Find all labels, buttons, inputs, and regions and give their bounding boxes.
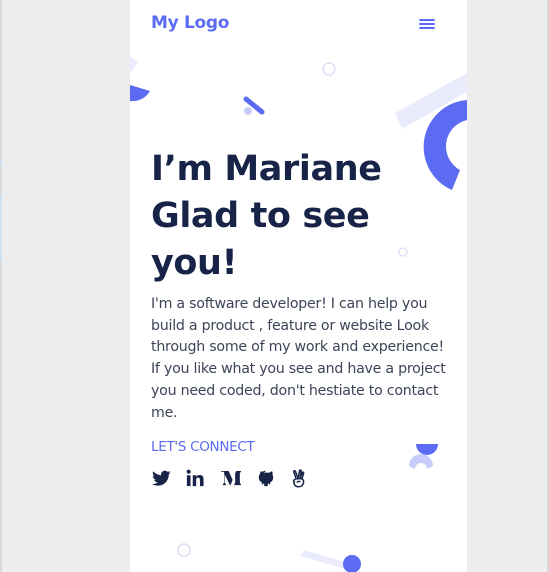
intro-paragraph: I'm a software developer! I can help you… <box>151 296 446 421</box>
mobile-page: My Logo I’m Mariane Glad to see you! I'm… <box>130 0 467 572</box>
top-left-light-triangle <box>130 56 138 73</box>
menu-button[interactable] <box>418 16 436 32</box>
left-edge <box>0 0 2 572</box>
logo[interactable]: My Logo <box>151 13 229 33</box>
headline-line: Glad to see <box>151 196 370 236</box>
left-edge-marks <box>0 160 3 270</box>
github-link[interactable] <box>256 468 276 488</box>
bottom-blue-dot <box>343 555 361 572</box>
headline-line: I’m Mariane <box>151 149 382 189</box>
hamburger-menu-icon <box>419 19 435 29</box>
lavender-arc-shape <box>409 454 433 469</box>
github-icon <box>258 470 274 487</box>
medium-icon <box>221 471 241 486</box>
linkedin-icon <box>186 469 204 487</box>
small-ring-bottom <box>177 543 191 557</box>
small-ring-top <box>322 62 336 76</box>
twitter-link[interactable] <box>151 468 171 488</box>
lets-connect-label: LET'S CONNECT <box>151 439 255 455</box>
hero-headline: I’m Mariane Glad to see you! <box>151 146 451 287</box>
small-lavender-dot <box>244 107 252 115</box>
medium-link[interactable] <box>221 468 241 488</box>
top-left-half-circle-shape <box>130 85 150 102</box>
angellist-icon <box>292 468 305 488</box>
angellist-link[interactable] <box>289 468 309 488</box>
headline-line: you! <box>151 243 238 283</box>
linkedin-link[interactable] <box>185 468 205 488</box>
blue-half-circle-shape <box>416 444 438 455</box>
twitter-icon <box>151 470 171 486</box>
